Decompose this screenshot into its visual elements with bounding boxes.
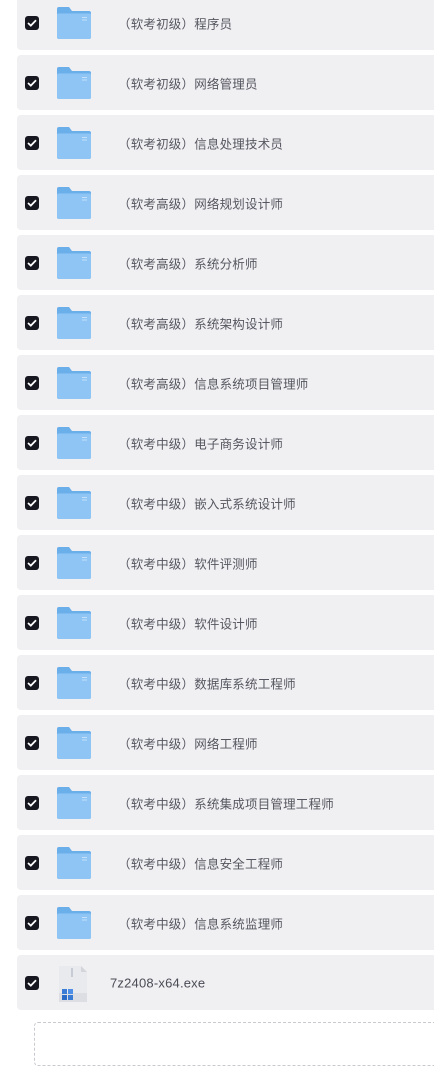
file-list-item[interactable]: （软考中级）网络工程师 <box>17 715 434 770</box>
file-name: （软考中级）信息安全工程师 <box>118 857 284 871</box>
folder-icon <box>56 786 92 820</box>
file-list: （软考初级）程序员 （软考初级）网络管理员 （软考初级）信息处理技术员 （软考高… <box>17 0 434 1015</box>
checkbox-checked-icon[interactable] <box>25 735 39 750</box>
installer-file-icon <box>55 965 91 1003</box>
file-name: （软考初级）程序员 <box>118 17 233 31</box>
folder-icon <box>56 606 92 640</box>
file-list-item[interactable]: （软考中级）软件设计师 <box>17 595 434 650</box>
folder-icon <box>56 426 92 460</box>
folder-icon <box>56 246 92 280</box>
file-name: （软考中级）软件设计师 <box>118 617 258 631</box>
file-list-item[interactable]: （软考高级）信息系统项目管理师 <box>17 355 434 410</box>
checkbox-checked-icon[interactable] <box>25 435 39 450</box>
checkbox-checked-icon[interactable] <box>25 315 39 330</box>
checkbox-checked-icon[interactable] <box>25 975 39 990</box>
file-name: （软考高级）信息系统项目管理师 <box>118 377 309 391</box>
checkbox-checked-icon[interactable] <box>25 915 39 930</box>
checkbox-checked-icon[interactable] <box>25 75 39 90</box>
folder-icon <box>56 846 92 880</box>
folder-icon <box>56 666 92 700</box>
checkbox-checked-icon[interactable] <box>25 855 39 870</box>
checkbox-checked-icon[interactable] <box>25 375 39 390</box>
file-name: （软考高级）系统架构设计师 <box>118 317 284 331</box>
upload-dropzone[interactable] <box>34 1022 434 1066</box>
folder-icon <box>56 486 92 520</box>
folder-icon <box>56 66 92 100</box>
checkbox-checked-icon[interactable] <box>25 615 39 630</box>
file-list-item[interactable]: （软考中级）软件评测师 <box>17 535 434 590</box>
checkbox-checked-icon[interactable] <box>25 135 39 150</box>
file-list-item[interactable]: （软考中级）信息安全工程师 <box>17 835 434 890</box>
folder-icon <box>56 366 92 400</box>
file-name: （软考中级）信息系统监理师 <box>118 917 284 931</box>
file-list-item[interactable]: （软考高级）系统分析师 <box>17 235 434 290</box>
file-name: 7z2408-x64.exe <box>110 975 206 990</box>
folder-icon <box>56 906 92 940</box>
file-name: （软考中级）电子商务设计师 <box>118 437 284 451</box>
folder-icon <box>56 726 92 760</box>
folder-icon <box>56 306 92 340</box>
file-list-item[interactable]: 7z2408-x64.exe <box>17 955 434 1010</box>
file-name: （软考中级）系统集成项目管理工程师 <box>118 797 334 811</box>
file-name: （软考初级）信息处理技术员 <box>118 137 284 151</box>
checkbox-checked-icon[interactable] <box>25 675 39 690</box>
file-list-item[interactable]: （软考高级）网络规划设计师 <box>17 175 434 230</box>
checkbox-checked-icon[interactable] <box>25 255 39 270</box>
folder-icon <box>56 126 92 160</box>
checkbox-checked-icon[interactable] <box>25 195 39 210</box>
file-list-item[interactable]: （软考初级）信息处理技术员 <box>17 115 434 170</box>
file-name: （软考中级）嵌入式系统设计师 <box>118 497 296 511</box>
file-name: （软考中级）网络工程师 <box>118 737 258 751</box>
file-name: （软考高级）系统分析师 <box>118 257 258 271</box>
folder-icon <box>56 186 92 220</box>
file-name: （软考初级）网络管理员 <box>118 77 258 91</box>
file-name: （软考中级）数据库系统工程师 <box>118 677 296 691</box>
file-list-item[interactable]: （软考初级）程序员 <box>17 0 434 50</box>
folder-icon <box>56 546 92 580</box>
checkbox-checked-icon[interactable] <box>25 15 39 30</box>
file-list-item[interactable]: （软考中级）电子商务设计师 <box>17 415 434 470</box>
checkbox-checked-icon[interactable] <box>25 555 39 570</box>
checkbox-checked-icon[interactable] <box>25 495 39 510</box>
file-list-item[interactable]: （软考中级）系统集成项目管理工程师 <box>17 775 434 830</box>
file-name: （软考高级）网络规划设计师 <box>118 197 284 211</box>
file-list-item[interactable]: （软考初级）网络管理员 <box>17 55 434 110</box>
file-list-item[interactable]: （软考中级）信息系统监理师 <box>17 895 434 950</box>
file-list-item[interactable]: （软考中级）数据库系统工程师 <box>17 655 434 710</box>
file-name: （软考中级）软件评测师 <box>118 557 258 571</box>
file-list-item[interactable]: （软考中级）嵌入式系统设计师 <box>17 475 434 530</box>
folder-icon <box>56 6 92 40</box>
checkbox-checked-icon[interactable] <box>25 795 39 810</box>
file-list-item[interactable]: （软考高级）系统架构设计师 <box>17 295 434 350</box>
